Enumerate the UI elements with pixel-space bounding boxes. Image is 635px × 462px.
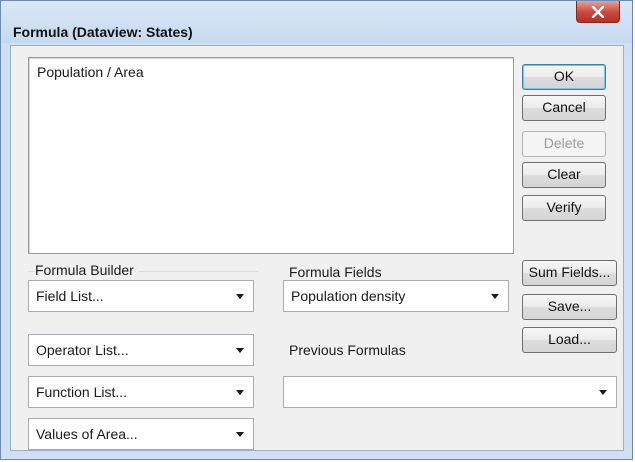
save-button[interactable]: Save...	[522, 294, 617, 320]
values-of-value: Values of Area...	[36, 426, 138, 442]
cancel-button[interactable]: Cancel	[522, 95, 606, 121]
formula-builder-label: Formula Builder	[35, 262, 138, 278]
title-bar[interactable]: Formula (Dataview: States)	[1, 1, 632, 43]
field-list-dropdown[interactable]: Field List...	[28, 280, 254, 312]
chevron-down-icon	[599, 390, 607, 395]
ok-button[interactable]: OK	[522, 64, 606, 90]
previous-formulas-label: Previous Formulas	[289, 342, 410, 358]
function-list-dropdown[interactable]: Function List...	[28, 376, 254, 408]
formula-fields-dropdown[interactable]: Population density	[283, 280, 509, 312]
chevron-down-icon	[236, 432, 244, 437]
values-of-dropdown[interactable]: Values of Area...	[28, 418, 254, 450]
operator-list-value: Operator List...	[36, 342, 129, 358]
verify-button[interactable]: Verify	[522, 195, 606, 221]
chevron-down-icon	[236, 348, 244, 353]
operator-list-dropdown[interactable]: Operator List...	[28, 334, 254, 366]
dialog-body: Population / Area OK Cancel Delete Clear…	[10, 45, 624, 451]
clear-button[interactable]: Clear	[522, 162, 606, 188]
chevron-down-icon	[491, 294, 499, 299]
formula-fields-value: Population density	[291, 288, 406, 304]
load-button[interactable]: Load...	[522, 327, 617, 353]
formula-editor[interactable]: Population / Area	[28, 57, 514, 254]
function-list-value: Function List...	[36, 384, 128, 400]
chevron-down-icon	[236, 390, 244, 395]
formula-fields-label: Formula Fields	[289, 264, 386, 280]
formula-text: Population / Area	[37, 64, 144, 80]
window-title: Formula (Dataview: States)	[13, 24, 193, 40]
field-list-value: Field List...	[36, 288, 104, 304]
close-button[interactable]	[576, 1, 620, 23]
delete-button[interactable]: Delete	[522, 131, 606, 157]
close-icon	[591, 5, 605, 18]
sum-fields-button[interactable]: Sum Fields...	[522, 260, 617, 286]
formula-dialog: Formula (Dataview: States) Population / …	[0, 0, 633, 460]
chevron-down-icon	[236, 294, 244, 299]
previous-formulas-dropdown[interactable]	[283, 376, 617, 408]
